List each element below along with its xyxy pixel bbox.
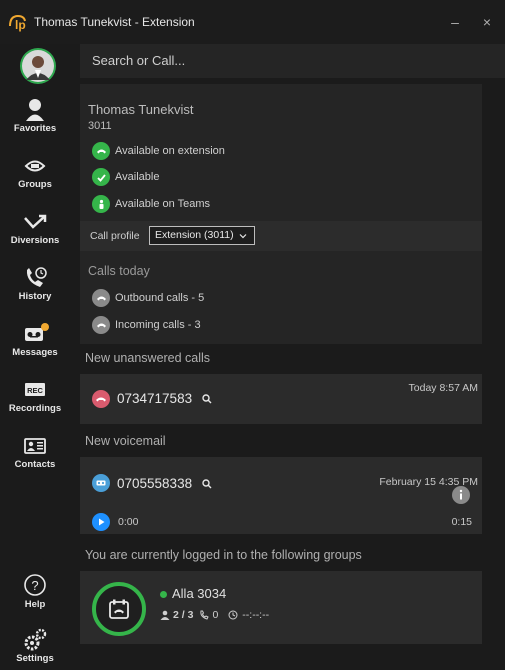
unread-badge-icon	[41, 323, 49, 331]
members-icon	[160, 610, 170, 620]
diversion-arrow-icon	[24, 214, 47, 229]
voicemail-duration: 0:15	[451, 516, 472, 528]
group-name: Alla 3034	[172, 586, 227, 601]
sidebar-item-help[interactable]: ? Help	[0, 572, 70, 628]
search-placeholder: Search or Call...	[92, 53, 186, 68]
play-button[interactable]	[92, 513, 110, 536]
sidebar-item-label: Settings	[16, 653, 54, 664]
title-bar: lp Thomas Tunekvist - Extension – ×	[0, 0, 505, 44]
group-timer: --:--:--	[242, 609, 270, 621]
phone-icon	[200, 610, 210, 620]
search-icon[interactable]	[202, 479, 212, 489]
sidebar-item-contacts[interactable]: Contacts	[0, 432, 70, 488]
chevron-down-icon	[239, 234, 247, 239]
incoming-calls[interactable]: Incoming calls - 3	[92, 316, 201, 334]
sidebar-item-label: Help	[24, 599, 46, 610]
close-button[interactable]: ×	[472, 12, 502, 32]
sidebar-item-messages[interactable]: Messages	[0, 320, 70, 376]
play-icon	[92, 513, 110, 531]
status-teams[interactable]: Available on Teams	[92, 195, 210, 213]
search-icon[interactable]	[202, 394, 212, 404]
sidebar-item-favorites[interactable]: Favorites	[0, 96, 70, 152]
sidebar-item-label: Diversions	[10, 235, 60, 246]
sidebar: Favorites Groups Diversions History Mess…	[0, 44, 70, 670]
minimize-button[interactable]: –	[440, 12, 470, 32]
status-available[interactable]: Available	[92, 168, 159, 186]
sidebar-item-settings[interactable]: Settings	[0, 626, 70, 670]
user-extension: 3011	[88, 120, 112, 132]
calendar-phone-icon	[109, 599, 129, 619]
group-stats: 2 / 3 0 --:--:--	[160, 609, 269, 621]
call-profile-label: Call profile	[90, 230, 140, 242]
groups-icon	[24, 160, 46, 172]
teams-icon	[92, 195, 110, 213]
voicemail-card[interactable]: 0705558338 February 15 4:35 PM 0:00 0:15	[80, 457, 482, 534]
check-icon	[92, 168, 110, 186]
clock-icon	[228, 610, 238, 620]
user-name: Thomas Tunekvist	[88, 102, 194, 117]
status-extension[interactable]: Available on extension	[92, 142, 225, 160]
scrollbar[interactable]	[70, 78, 80, 670]
voicemail-heading: New voicemail	[85, 434, 166, 448]
sidebar-item-label: History	[18, 291, 52, 302]
calls-today-heading: Calls today	[88, 264, 150, 278]
svg-text:lp: lp	[15, 18, 26, 32]
gears-icon	[24, 628, 47, 651]
avatar[interactable]	[20, 48, 56, 84]
missed-call-number: 0734717583	[117, 391, 193, 406]
group-members: 2 / 3	[173, 609, 194, 621]
voicemail-icon	[92, 474, 110, 492]
sidebar-item-history[interactable]: History	[0, 264, 70, 320]
contact-card-icon	[24, 438, 46, 454]
sidebar-item-label: Groups	[18, 179, 52, 190]
svg-text:?: ?	[31, 578, 38, 593]
window-title: Thomas Tunekvist - Extension	[34, 15, 195, 29]
sidebar-item-label: Messages	[12, 347, 58, 358]
missed-call-icon	[92, 390, 110, 408]
history-phone-icon	[26, 267, 47, 287]
group-status-ring	[92, 582, 146, 636]
outbound-call-icon	[92, 289, 110, 307]
group-card[interactable]: Alla 3034 2 / 3 0 --:--:--	[80, 571, 482, 644]
info-icon[interactable]	[452, 486, 470, 509]
incoming-call-icon	[92, 316, 110, 334]
sidebar-item-groups[interactable]: Groups	[0, 152, 70, 208]
sidebar-item-diversions[interactable]: Diversions	[0, 208, 70, 264]
missed-call-time: Today 8:57 AM	[408, 382, 478, 394]
sidebar-item-label: Favorites	[13, 123, 57, 134]
group-status-dot	[160, 591, 167, 598]
call-profile-select[interactable]: Extension (3011)	[149, 226, 255, 245]
person-icon	[26, 99, 44, 121]
unanswered-heading: New unanswered calls	[85, 351, 211, 365]
sidebar-item-recordings[interactable]: REC Recordings	[0, 376, 70, 432]
svg-text:REC: REC	[27, 386, 43, 395]
outbound-calls[interactable]: Outbound calls - 5	[92, 289, 204, 307]
voicemail-position: 0:00	[118, 516, 139, 528]
voicemail-number: 0705558338	[117, 476, 193, 491]
help-icon: ?	[24, 574, 46, 596]
sidebar-item-label: Contacts	[14, 459, 56, 470]
voicemail-icon	[25, 323, 49, 341]
search-input[interactable]: Search or Call...	[80, 44, 505, 78]
call-profile-bar: Call profile Extension (3011)	[80, 221, 482, 251]
groups-heading: You are currently logged in to the follo…	[85, 548, 362, 562]
missed-call-card[interactable]: 0734717583 Today 8:57 AM	[80, 374, 482, 424]
phone-icon	[92, 142, 110, 160]
group-calls: 0	[212, 609, 219, 621]
rec-icon: REC	[25, 383, 45, 396]
sidebar-item-label: Recordings	[8, 403, 62, 414]
